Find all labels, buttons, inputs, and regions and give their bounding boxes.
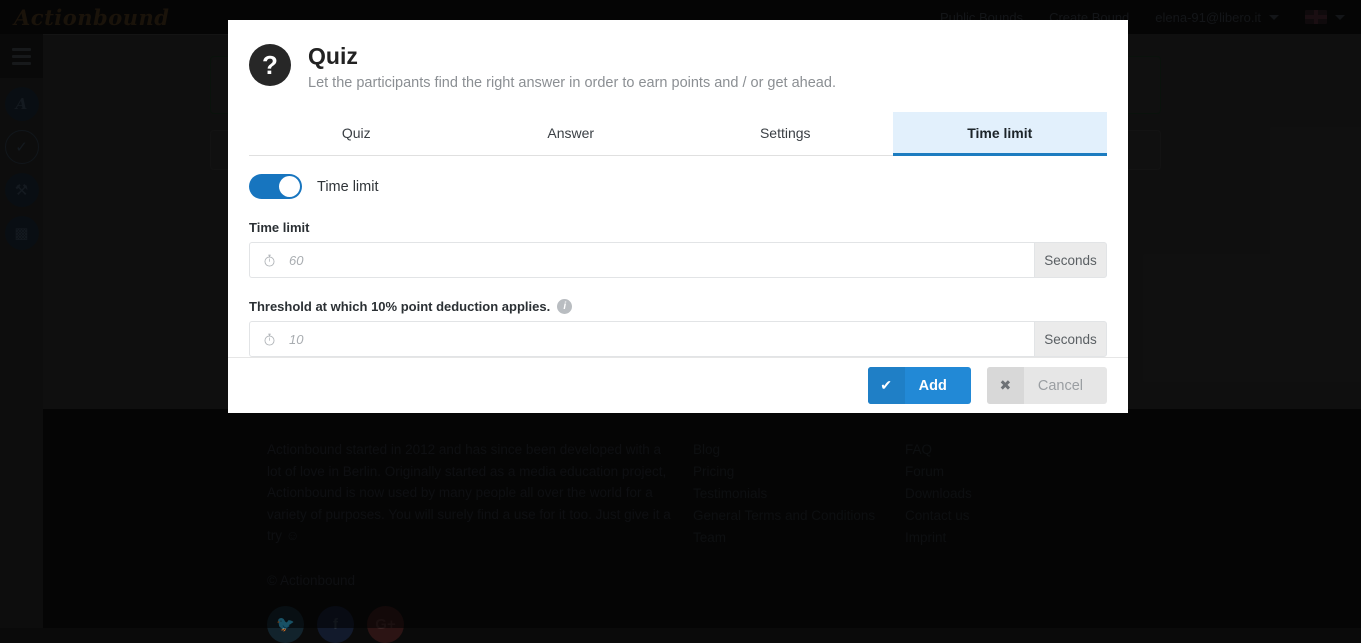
modal-tabs: Quiz Answer Settings Time limit [249, 112, 1107, 156]
tab-time-limit[interactable]: Time limit [893, 112, 1108, 156]
time-limit-input-group: 60 Seconds [249, 242, 1107, 278]
time-limit-label-text: Time limit [249, 220, 309, 235]
cancel-button-label: Cancel [1024, 378, 1107, 394]
tab-settings[interactable]: Settings [678, 112, 893, 156]
threshold-unit-addon[interactable]: Seconds [1034, 321, 1107, 357]
cancel-button[interactable]: ✖ Cancel [987, 367, 1107, 404]
tab-quiz[interactable]: Quiz [249, 112, 464, 156]
time-limit-unit-addon[interactable]: Seconds [1034, 242, 1107, 278]
tab-answer[interactable]: Answer [464, 112, 679, 156]
time-limit-input-wrap[interactable]: 60 [249, 242, 1034, 278]
quiz-modal: ? Quiz Let the participants find the rig… [228, 20, 1128, 413]
info-icon[interactable]: i [557, 299, 572, 314]
time-limit-toggle[interactable] [249, 174, 302, 199]
add-button-label: Add [905, 378, 971, 394]
modal-header-text: Quiz Let the participants find the right… [308, 42, 836, 91]
threshold-label-text: Threshold at which 10% point deduction a… [249, 299, 550, 314]
threshold-input-wrap[interactable]: 10 [249, 321, 1034, 357]
add-button[interactable]: ✔ Add [868, 367, 971, 404]
close-icon: ✖ [987, 367, 1024, 404]
time-limit-toggle-label: Time limit [317, 179, 378, 195]
time-limit-input-placeholder: 60 [289, 253, 303, 268]
modal-body: Time limit Time limit 60 Seconds Thresho… [228, 156, 1128, 357]
modal-subtitle: Let the participants find the right answ… [308, 75, 836, 91]
check-icon: ✔ [868, 367, 905, 404]
modal-title: Quiz [308, 42, 836, 70]
stopwatch-icon [263, 333, 276, 346]
time-limit-toggle-row: Time limit [249, 174, 1107, 199]
time-limit-field-label: Time limit [249, 220, 1107, 235]
toggle-knob [279, 176, 300, 197]
modal-header: ? Quiz Let the participants find the rig… [228, 20, 1128, 91]
question-mark-icon: ? [249, 44, 291, 86]
threshold-input-group: 10 Seconds [249, 321, 1107, 357]
threshold-input-placeholder: 10 [289, 332, 303, 347]
modal-footer: ✔ Add ✖ Cancel [228, 357, 1128, 413]
threshold-field-label: Threshold at which 10% point deduction a… [249, 299, 1107, 314]
stopwatch-icon [263, 254, 276, 267]
